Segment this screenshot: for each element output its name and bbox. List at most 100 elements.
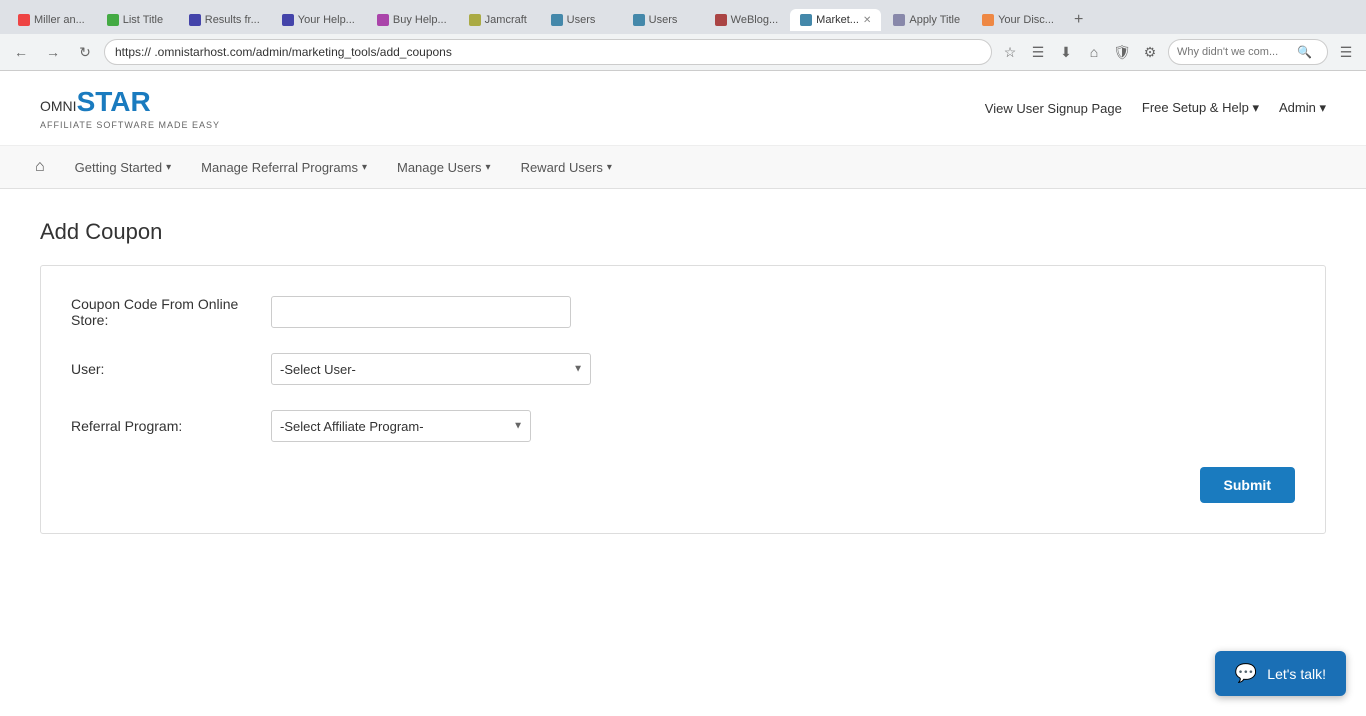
tab-3[interactable]: Results fr... [179,9,270,31]
tab-label-4: Your Help... [298,14,355,26]
tab-4[interactable]: Your Help... [272,9,365,31]
tab-1[interactable]: Miller an... [8,9,95,31]
new-tab-button[interactable]: + [1066,6,1091,34]
tab-8[interactable]: Users [623,9,703,31]
tab-label-10: Market... [816,14,859,26]
reader-icon[interactable]: ☰ [1026,40,1050,64]
chat-label: Let's talk! [1267,666,1326,682]
tab-favicon-5 [377,14,389,26]
bookmark-icon[interactable]: ☆ [998,40,1022,64]
home-icon[interactable]: ⌂ [1082,40,1106,64]
tab-label-6: Jamcraft [485,14,527,26]
forward-button[interactable]: → [40,39,66,65]
admin-link[interactable]: Admin ▾ [1279,100,1326,116]
tab-10[interactable]: Market... ✕ [790,9,881,31]
add-coupon-form: Coupon Code From Online Store: User: -Se… [40,265,1326,534]
coupon-code-input[interactable] [271,296,571,328]
download-icon[interactable]: ⬇ [1054,40,1078,64]
nav-home-button[interactable]: ⌂ [20,146,60,188]
nav-manage-referral-label: Manage Referral Programs [201,160,358,175]
menu-icon[interactable]: ☰ [1334,40,1358,64]
free-setup-chevron-icon: ▾ [1252,100,1259,115]
tab-favicon-7 [551,14,563,26]
address-bar-row: ← → ↻ https:// .omnistarhost.com/admin/m… [0,34,1366,70]
chat-icon: 💬 [1235,663,1257,684]
browser-search-bar[interactable]: 🔍 [1168,39,1328,65]
nav-reward-users-label: Reward Users [521,160,603,175]
nav-manage-referral-programs[interactable]: Manage Referral Programs ▾ [186,148,382,187]
logo[interactable]: OMNISTAR AFFILIATE SOFTWARE MADE EASY [40,86,220,130]
shield-icon[interactable]: 🛡 [1110,40,1134,64]
address-bar[interactable]: https:// .omnistarhost.com/admin/marketi… [104,39,992,65]
nav-getting-started-chevron: ▾ [166,162,171,173]
form-actions: Submit [71,467,1295,503]
nav-getting-started-label: Getting Started [75,160,162,175]
free-setup-help-label: Free Setup & Help [1142,100,1249,115]
tab-favicon-10 [800,14,812,26]
referral-program-label: Referral Program: [71,418,271,434]
referral-program-select-wrapper: -Select Affiliate Program- ▼ [271,410,531,442]
view-user-signup-link[interactable]: View User Signup Page [985,101,1122,116]
chat-widget[interactable]: 💬 Let's talk! [1215,651,1346,696]
tab-2[interactable]: List Title [97,9,177,31]
tab-label-8: Users [649,14,678,26]
logo-omni: OMNI [40,98,77,114]
nav-reward-users-chevron: ▾ [607,162,612,173]
admin-chevron-icon: ▾ [1319,100,1326,115]
tab-label-1: Miller an... [34,14,85,26]
tab-label-3: Results fr... [205,14,260,26]
page-content: OMNISTAR AFFILIATE SOFTWARE MADE EASY Vi… [0,71,1366,564]
tab-favicon-1 [18,14,30,26]
tab-7[interactable]: Users [541,9,621,31]
nav-manage-users-chevron: ▾ [486,162,491,173]
tab-favicon-6 [469,14,481,26]
home-nav-icon: ⌂ [35,158,45,175]
referral-program-row: Referral Program: -Select Affiliate Prog… [71,410,1295,442]
admin-label: Admin [1279,100,1316,115]
tab-favicon-2 [107,14,119,26]
tab-favicon-3 [189,14,201,26]
nav-manage-referral-chevron: ▾ [362,162,367,173]
tab-5[interactable]: Buy Help... [367,9,457,31]
browser-search-input[interactable] [1177,46,1297,58]
submit-button[interactable]: Submit [1200,467,1295,503]
tab-close-10[interactable]: ✕ [863,15,871,26]
tab-label-12: Your Disc... [998,14,1054,26]
tab-bar: Miller an... List Title Results fr... Yo… [0,0,1366,34]
search-icon: 🔍 [1297,45,1312,59]
nav-manage-users[interactable]: Manage Users ▾ [382,148,506,187]
tab-favicon-11 [893,14,905,26]
tab-favicon-12 [982,14,994,26]
user-label: User: [71,361,271,377]
coupon-code-label: Coupon Code From Online Store: [71,296,271,328]
nav-getting-started[interactable]: Getting Started ▾ [60,148,186,187]
back-button[interactable]: ← [8,39,34,65]
logo-star: STAR [77,86,151,118]
reload-button[interactable]: ↻ [72,39,98,65]
tab-label-11: Apply Title [909,14,960,26]
nav-reward-users[interactable]: Reward Users ▾ [506,148,627,187]
logo-tagline: AFFILIATE SOFTWARE MADE EASY [40,120,220,130]
tab-label-5: Buy Help... [393,14,447,26]
tab-11[interactable]: Apply Title [883,9,970,31]
url-text: https:// .omnistarhost.com/admin/marketi… [115,45,452,59]
tab-label-9: WeBlog... [731,14,779,26]
user-select-wrapper: -Select User- ▼ [271,353,591,385]
header-nav: View User Signup Page Free Setup & Help … [985,100,1326,116]
page-title: Add Coupon [40,219,1326,245]
user-row: User: -Select User- ▼ [71,353,1295,385]
extensions-icon[interactable]: ⚙ [1138,40,1162,64]
toolbar-icons: ☆ ☰ ⬇ ⌂ 🛡 ⚙ [998,40,1162,64]
tab-favicon-4 [282,14,294,26]
tab-favicon-8 [633,14,645,26]
user-select[interactable]: -Select User- [271,353,591,385]
tab-label-7: Users [567,14,596,26]
tab-12[interactable]: Your Disc... [972,9,1064,31]
browser-chrome: Miller an... List Title Results fr... Yo… [0,0,1366,71]
free-setup-help-link[interactable]: Free Setup & Help ▾ [1142,100,1259,116]
tab-9[interactable]: WeBlog... [705,9,789,31]
tab-6[interactable]: Jamcraft [459,9,539,31]
referral-program-select[interactable]: -Select Affiliate Program- [271,410,531,442]
main-content: Add Coupon Coupon Code From Online Store… [0,189,1366,564]
tab-label-2: List Title [123,14,163,26]
